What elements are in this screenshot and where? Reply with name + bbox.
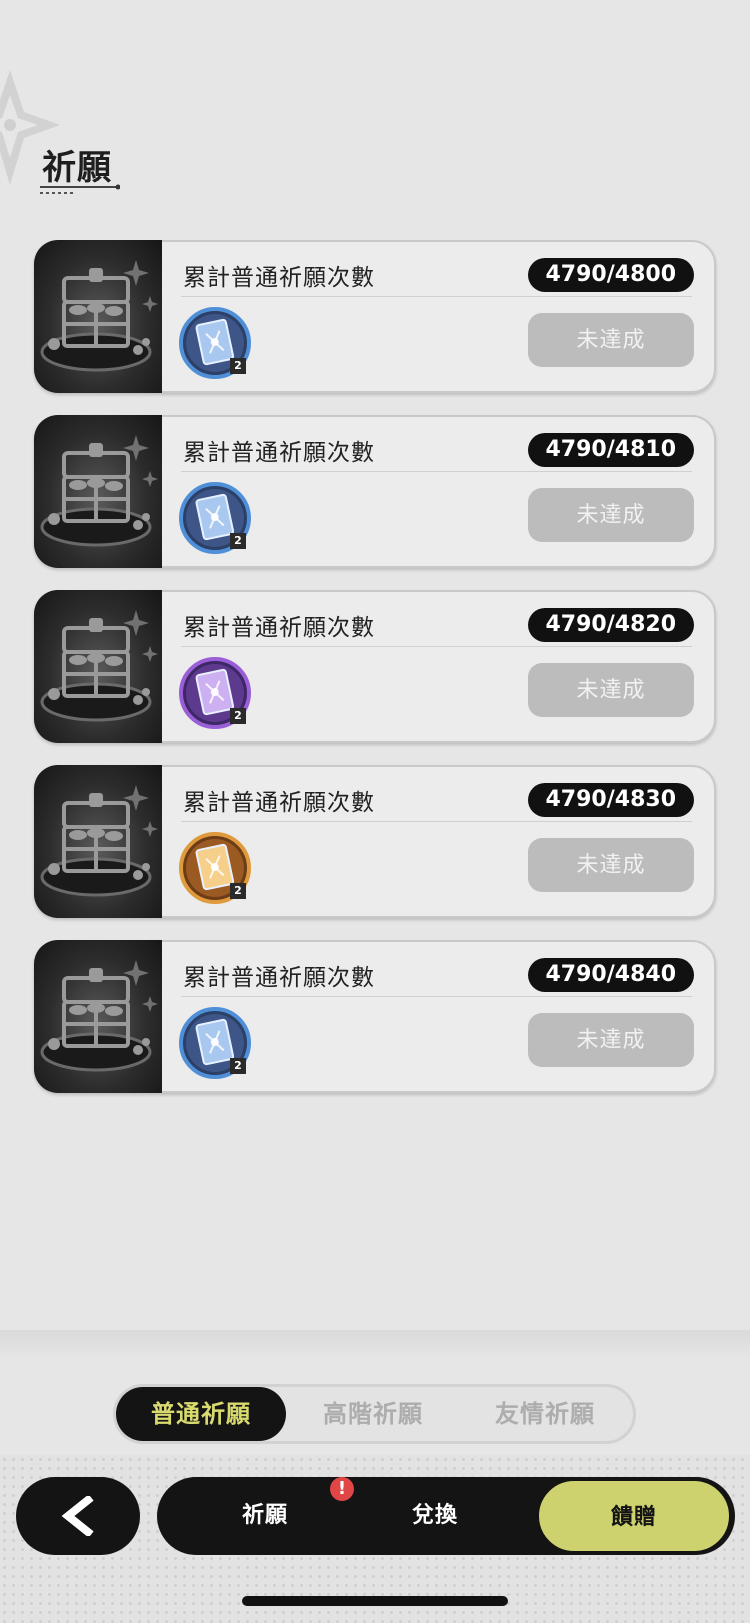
mission-list: 累計普通祈願次數 4790/4800 2 未達成 累計普通祈願次數 4790/4… <box>34 240 716 1115</box>
wish-type-tabs: 普通祈願 高階祈願 友情祈願 <box>113 1384 636 1444</box>
reward-item[interactable]: 2 <box>178 481 252 555</box>
claim-button[interactable]: 未達成 <box>528 313 694 367</box>
mission-title: 累計普通祈願次數 <box>183 265 375 291</box>
home-indicator <box>242 1596 508 1606</box>
tab-advanced-wish[interactable]: 高階祈願 <box>288 1387 458 1441</box>
claim-button[interactable]: 未達成 <box>528 1013 694 1067</box>
reward-item[interactable]: 2 <box>178 1006 252 1080</box>
treasure-chest-icon <box>40 785 158 897</box>
mission-progress: 4790/4820 <box>527 608 694 642</box>
title-underline-decoration <box>40 184 120 194</box>
tab-friendship-wish[interactable]: 友情祈願 <box>460 1387 630 1441</box>
mission-card: 累計普通祈願次數 4790/4840 2 未達成 <box>34 940 716 1093</box>
treasure-chest-icon <box>40 435 158 547</box>
treasure-chest-icon <box>40 610 158 722</box>
mission-thumbnail <box>34 415 162 568</box>
reward-item[interactable]: 2 <box>178 656 252 730</box>
mission-title: 累計普通祈願次數 <box>183 440 375 466</box>
card-divider <box>181 471 692 472</box>
nav-item-gift[interactable]: 饋贈 <box>537 1479 731 1553</box>
card-divider <box>181 996 692 997</box>
back-button[interactable] <box>16 1477 140 1555</box>
list-fade-divider <box>0 1330 750 1360</box>
tab-normal-wish[interactable]: 普通祈願 <box>116 1387 286 1441</box>
page-title: 祈願 <box>42 148 112 188</box>
claim-button[interactable]: 未達成 <box>528 488 694 542</box>
mission-progress: 4790/4840 <box>527 958 694 992</box>
reward-count-badge: 2 <box>230 1058 246 1074</box>
mission-thumbnail <box>34 765 162 918</box>
card-divider <box>181 821 692 822</box>
mission-progress: 4790/4810 <box>527 433 694 467</box>
mission-title: 累計普通祈願次數 <box>183 965 375 991</box>
reward-count-badge: 2 <box>230 883 246 899</box>
reward-count-badge: 2 <box>230 533 246 549</box>
treasure-chest-icon <box>40 260 158 372</box>
mission-progress: 4790/4830 <box>527 783 694 817</box>
card-divider <box>181 296 692 297</box>
mission-card: 累計普通祈願次數 4790/4820 2 未達成 <box>34 590 716 743</box>
mission-card: 累計普通祈願次數 4790/4800 2 未達成 <box>34 240 716 393</box>
bottom-nav: 祈願 兌換 饋贈 <box>157 1477 735 1555</box>
mission-thumbnail <box>34 940 162 1093</box>
reward-count-badge: 2 <box>230 708 246 724</box>
mission-card: 累計普通祈願次數 4790/4810 2 未達成 <box>34 415 716 568</box>
exclamation-icon: ! <box>330 1477 354 1501</box>
claim-button[interactable]: 未達成 <box>528 663 694 717</box>
card-divider <box>181 646 692 647</box>
nav-item-wish[interactable]: 祈願 <box>185 1477 345 1555</box>
mission-title: 累計普通祈願次數 <box>183 615 375 641</box>
mission-thumbnail <box>34 240 162 393</box>
claim-button[interactable]: 未達成 <box>528 838 694 892</box>
chevron-left-icon <box>61 1496 94 1536</box>
mission-title: 累計普通祈願次數 <box>183 790 375 816</box>
nav-item-exchange[interactable]: 兌換 <box>355 1477 515 1555</box>
reward-item[interactable]: 2 <box>178 306 252 380</box>
reward-count-badge: 2 <box>230 358 246 374</box>
reward-item[interactable]: 2 <box>178 831 252 905</box>
mission-progress: 4790/4800 <box>527 258 694 292</box>
mission-card: 累計普通祈願次數 4790/4830 2 未達成 <box>34 765 716 918</box>
mission-thumbnail <box>34 590 162 743</box>
treasure-chest-icon <box>40 960 158 1072</box>
